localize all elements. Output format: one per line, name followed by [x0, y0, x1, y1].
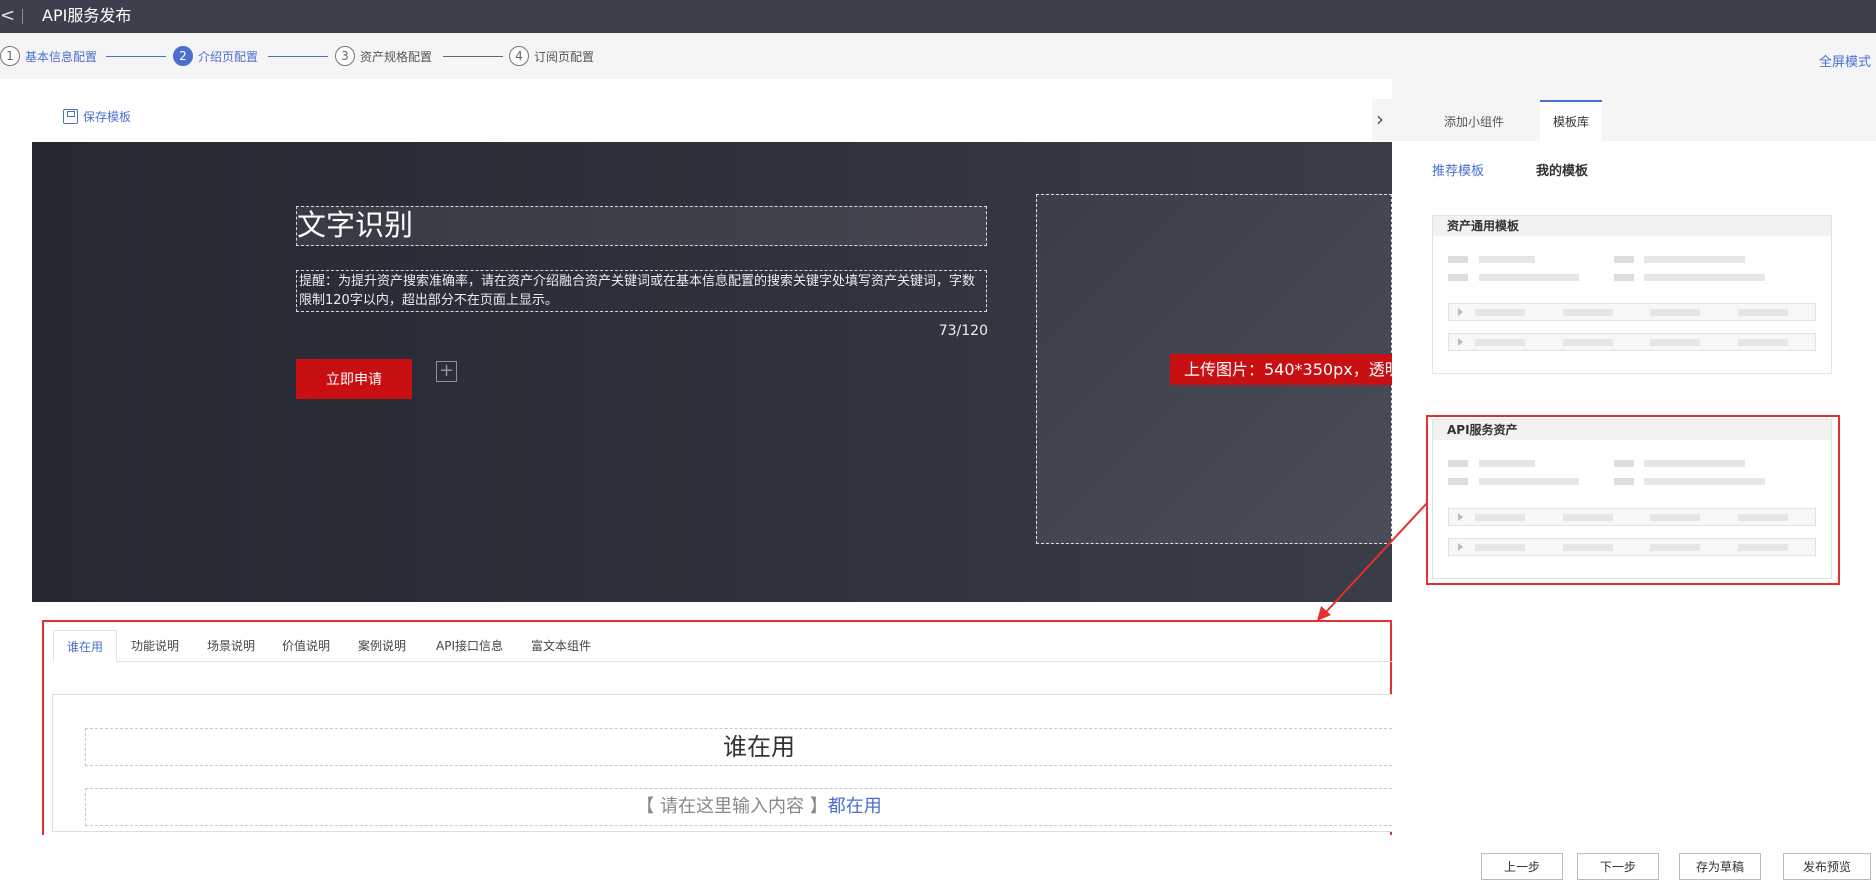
- step-label: 订阅页配置: [534, 49, 595, 64]
- save-template-button[interactable]: 保存模板: [63, 108, 131, 125]
- template-card-title: 资产通用模板: [1433, 216, 1831, 236]
- placeholder-row: [1448, 333, 1816, 351]
- step-subscribe-page[interactable]: 4 订阅页配置: [509, 45, 594, 67]
- hero-title-field[interactable]: 文字识别: [296, 206, 987, 246]
- step-number: 3: [335, 46, 355, 66]
- placeholder-bar: [1738, 309, 1788, 316]
- placeholder-bar: [1614, 274, 1634, 281]
- step-basic-info[interactable]: 1 基本信息配置: [0, 45, 97, 67]
- tab-rich-text[interactable]: 富文本组件: [518, 630, 604, 662]
- subtab-recommended[interactable]: 推荐模板: [1432, 160, 1484, 179]
- step-label: 介绍页配置: [198, 49, 259, 64]
- content-tab-bar: 谁在用 功能说明 场景说明 价值说明 案例说明 API接口信息 富文本组件: [53, 630, 1392, 662]
- step-connector: [106, 56, 166, 57]
- tab-scenarios[interactable]: 场景说明: [194, 630, 268, 662]
- caret-right-icon: [1458, 308, 1463, 316]
- placeholder-bar: [1644, 274, 1765, 281]
- placeholder-bar: [1738, 339, 1788, 346]
- placeholder-bar: [1479, 256, 1535, 263]
- upload-image-hint: 上传图片：540*350px，透明: [1170, 354, 1392, 385]
- content-input-field[interactable]: 【 请在这里输入内容 】都在用: [85, 788, 1392, 826]
- section-heading-field[interactable]: 谁在用: [85, 728, 1392, 766]
- divider: [22, 9, 23, 24]
- char-counter: 73/120: [938, 323, 988, 339]
- apply-now-button[interactable]: 立即申请: [296, 359, 412, 399]
- placeholder-bar: [1650, 309, 1700, 316]
- tab-api-info[interactable]: API接口信息: [423, 630, 516, 662]
- step-label: 基本信息配置: [25, 49, 98, 64]
- step-connector: [443, 56, 503, 57]
- tab-add-widget[interactable]: 添加小组件: [1431, 100, 1517, 141]
- caret-right-icon: [1458, 338, 1463, 346]
- placeholder-row: [1448, 303, 1816, 321]
- placeholder-bar: [1479, 274, 1579, 281]
- input-link-text[interactable]: 都在用: [828, 796, 882, 817]
- hero-description-field[interactable]: 提醒：为提升资产搜索准确率，请在资产介绍融合资产关键词或在基本信息配置的搜索关键…: [296, 270, 987, 312]
- template-card-generic[interactable]: 资产通用模板: [1432, 215, 1832, 374]
- save-template-label: 保存模板: [83, 110, 132, 124]
- template-highlight-box: [1426, 415, 1840, 585]
- tab-value[interactable]: 价值说明: [269, 630, 343, 662]
- previous-step-button[interactable]: 上一步: [1481, 853, 1563, 880]
- publish-preview-button[interactable]: 发布预览: [1783, 853, 1871, 880]
- placeholder-bar: [1650, 339, 1700, 346]
- step-connector: [268, 56, 328, 57]
- input-placeholder: 【 请在这里输入内容 】: [636, 796, 828, 817]
- step-intro-page[interactable]: 2 介绍页配置: [173, 45, 258, 67]
- placeholder-bar: [1448, 274, 1468, 281]
- collapse-panel-icon[interactable]: ›: [1376, 108, 1384, 130]
- app-root: < API服务发布 1 基本信息配置 2 介绍页配置 3 资产规格配置 4 订阅…: [0, 0, 1876, 885]
- placeholder-bar: [1448, 256, 1468, 263]
- placeholder-bar: [1614, 256, 1634, 263]
- tab-who-uses[interactable]: 谁在用: [53, 630, 118, 662]
- tab-cases[interactable]: 案例说明: [345, 630, 419, 662]
- save-draft-button[interactable]: 存为草稿: [1679, 853, 1761, 880]
- add-button-icon[interactable]: +: [436, 361, 457, 382]
- placeholder-bar: [1563, 309, 1613, 316]
- placeholder-bar: [1644, 256, 1745, 263]
- top-bar: < API服务发布: [0, 0, 1876, 33]
- back-icon[interactable]: <: [0, 6, 15, 26]
- step-number: 2: [173, 46, 193, 66]
- next-step-button[interactable]: 下一步: [1577, 853, 1659, 880]
- save-icon: [63, 109, 78, 124]
- placeholder-bar: [1475, 309, 1525, 316]
- step-label: 资产规格配置: [360, 49, 433, 64]
- placeholder-bar: [1475, 339, 1525, 346]
- step-number: 1: [0, 46, 20, 66]
- tab-template-library[interactable]: 模板库: [1540, 100, 1603, 141]
- subtab-my-templates[interactable]: 我的模板: [1536, 160, 1588, 179]
- page-title: API服务发布: [42, 6, 132, 25]
- placeholder-bar: [1563, 339, 1613, 346]
- tab-features[interactable]: 功能说明: [118, 630, 192, 662]
- fullscreen-link[interactable]: 全屏模式: [1819, 51, 1871, 70]
- step-number: 4: [509, 46, 529, 66]
- step-asset-spec[interactable]: 3 资产规格配置: [335, 45, 432, 67]
